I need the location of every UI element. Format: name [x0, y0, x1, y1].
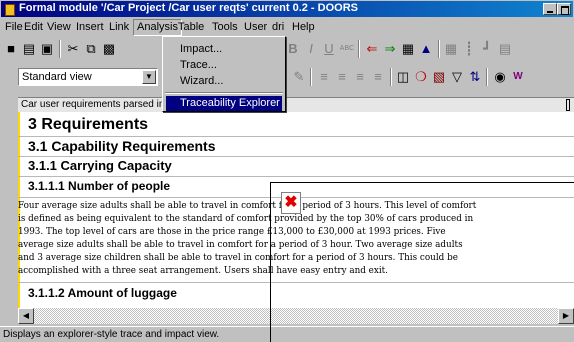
spell-check-icon[interactable]: ◉	[491, 68, 509, 86]
requirement-text-line: accomplished with a three seat arrangeme…	[18, 266, 388, 276]
horizontal-scrollbar[interactable]: ◀ ▶	[18, 308, 574, 324]
link-explorer-icon[interactable]: ▲	[417, 40, 435, 58]
heading-number-of-people[interactable]: 3.1.1.1 Number of people	[28, 179, 170, 193]
status-bar: Displays an explorer-style trace and imp…	[0, 326, 574, 342]
menu-bar: File Edit View Insert Link Analysis Tabl…	[0, 18, 574, 36]
report-icon[interactable]: ▧	[430, 68, 448, 86]
close-x-icon[interactable]: ✖	[281, 192, 301, 214]
table-icon[interactable]: ▦	[442, 40, 460, 58]
requirement-text-line: 1993. The top level of cars are those in…	[18, 227, 446, 237]
link-target-icon[interactable]: ⇒	[381, 40, 399, 58]
title-bar: Formal module '/Car Project /Car user re…	[1, 1, 573, 17]
properties-icon[interactable]: ▣	[38, 40, 56, 58]
bold-icon[interactable]: B	[284, 40, 302, 58]
maximize-button[interactable]	[557, 3, 571, 15]
heading-amount-of-luggage[interactable]: 3.1.1.2 Amount of luggage	[28, 286, 177, 300]
underline-icon[interactable]: U	[320, 40, 338, 58]
chevron-down-icon[interactable]: ▼	[142, 70, 156, 84]
format-icon[interactable]: ✎	[290, 68, 308, 86]
paste-icon[interactable]: ▩	[100, 40, 118, 58]
heading-capability-requirements[interactable]: 3.1 Capability Requirements	[28, 138, 216, 154]
requirement-text-line: and 3 average size children shall be abl…	[18, 253, 458, 263]
insert-column-icon[interactable]: ┋	[460, 40, 478, 58]
column-header-bar: Car user requirements parsed in	[18, 97, 574, 113]
menu-edit[interactable]: Edit	[21, 20, 46, 35]
insert-link-icon[interactable]: ⇐	[363, 40, 381, 58]
sort-icon[interactable]: ⇅	[466, 68, 484, 86]
minimize-button[interactable]	[543, 3, 557, 15]
menu-help[interactable]: Help	[289, 20, 318, 35]
view-select[interactable]: Standard view ▼	[18, 68, 158, 86]
menu-item-trace[interactable]: Trace...	[166, 58, 282, 73]
toolbar-top: ■ ▤ ▣ ✂ ⧉ ▩ B I U ABC ⇐ ⇒ ▦ ▲ ▦ ┋ ┛ ▤	[0, 36, 574, 62]
column-resize-icon[interactable]	[566, 99, 570, 111]
link-module-icon[interactable]: ▦	[399, 40, 417, 58]
menu-insert[interactable]: Insert	[73, 20, 107, 35]
cut-icon[interactable]: ✂	[64, 40, 82, 58]
doors-app-icon	[5, 4, 15, 16]
heading-carrying-capacity[interactable]: 3.1.1 Carrying Capacity	[28, 158, 172, 173]
menu-item-impact[interactable]: Impact...	[166, 42, 282, 57]
menu-link[interactable]: Link	[106, 20, 132, 35]
copy-icon[interactable]: ⧉	[82, 40, 100, 58]
requirement-text-line: average size adults shall be able to tra…	[18, 240, 463, 250]
doors-window: Formal module '/Car Project /Car user re…	[0, 0, 574, 342]
column-header-text: Car user requirements parsed in	[21, 99, 165, 110]
menu-dri[interactable]: dri	[269, 20, 287, 35]
status-text: Displays an explorer-style trace and imp…	[3, 329, 220, 340]
word-export-icon[interactable]: W	[509, 68, 527, 86]
align-right-icon[interactable]: ≡	[351, 68, 369, 86]
tools-icon[interactable]: ❍	[412, 68, 430, 86]
italic-icon[interactable]: I	[302, 40, 320, 58]
menu-separator	[165, 92, 283, 94]
save-icon[interactable]: ■	[2, 40, 20, 58]
strikethrough-icon[interactable]: ABC	[338, 40, 356, 58]
scroll-right-icon[interactable]: ▶	[558, 308, 574, 324]
filter-object-icon[interactable]: ◫	[394, 68, 412, 86]
align-center-icon[interactable]: ≡	[333, 68, 351, 86]
menu-item-wizard[interactable]: Wizard...	[166, 74, 282, 89]
table-grid-icon[interactable]: ▤	[496, 40, 514, 58]
analysis-menu-dropdown: Impact... Trace... Wizard... Traceabilit…	[162, 36, 286, 112]
print-icon[interactable]: ▤	[20, 40, 38, 58]
menu-view[interactable]: View	[44, 20, 74, 35]
scroll-left-icon[interactable]: ◀	[18, 308, 34, 324]
filter-icon[interactable]: ▽	[448, 68, 466, 86]
insert-row-icon[interactable]: ┛	[478, 40, 496, 58]
menu-item-traceability-explorer[interactable]: Traceability Explorer	[166, 96, 282, 111]
align-left-icon[interactable]: ≡	[315, 68, 333, 86]
heading-requirements[interactable]: 3 Requirements	[28, 116, 148, 134]
menu-user[interactable]: User	[241, 20, 270, 35]
window-title: Formal module '/Car Project /Car user re…	[19, 2, 358, 14]
menu-tools[interactable]: Tools	[209, 20, 241, 35]
requirement-text-line: is defined as being equivalent to the st…	[18, 214, 474, 224]
view-select-value: Standard view	[22, 71, 92, 83]
menu-table[interactable]: Table	[175, 20, 207, 35]
justify-icon[interactable]: ≡	[369, 68, 387, 86]
